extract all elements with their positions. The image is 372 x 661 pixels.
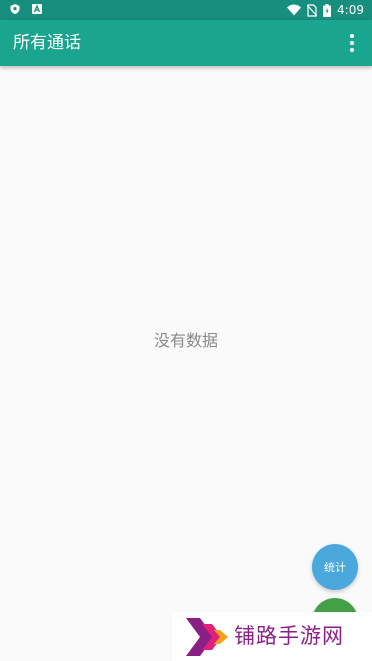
keyboard-a-icon — [32, 4, 42, 14]
overflow-menu-icon[interactable] — [340, 31, 364, 55]
stats-button-label: 统计 — [324, 561, 346, 574]
wifi-icon — [287, 4, 302, 16]
status-right-icons: 4:09 — [287, 2, 364, 18]
empty-state-message: 没有数据 — [153, 331, 218, 350]
status-left-icons — [10, 4, 42, 14]
menu-dot — [350, 41, 354, 45]
watermark-logo-icon — [186, 618, 228, 656]
watermark-text: 铺路手游网 — [234, 624, 344, 648]
app-bar: 所有通话 — [0, 20, 372, 66]
watermark: 铺路手游网 — [172, 612, 372, 661]
status-bar: 4:09 — [0, 0, 372, 20]
battery-icon — [323, 3, 332, 17]
status-time: 4:09 — [337, 3, 364, 17]
page-title: 所有通话 — [13, 33, 81, 53]
stats-button[interactable]: 统计 — [312, 544, 358, 590]
no-sim-icon — [307, 3, 318, 17]
menu-dot — [350, 48, 354, 52]
shield-icon — [10, 4, 20, 14]
menu-dot — [350, 34, 354, 38]
